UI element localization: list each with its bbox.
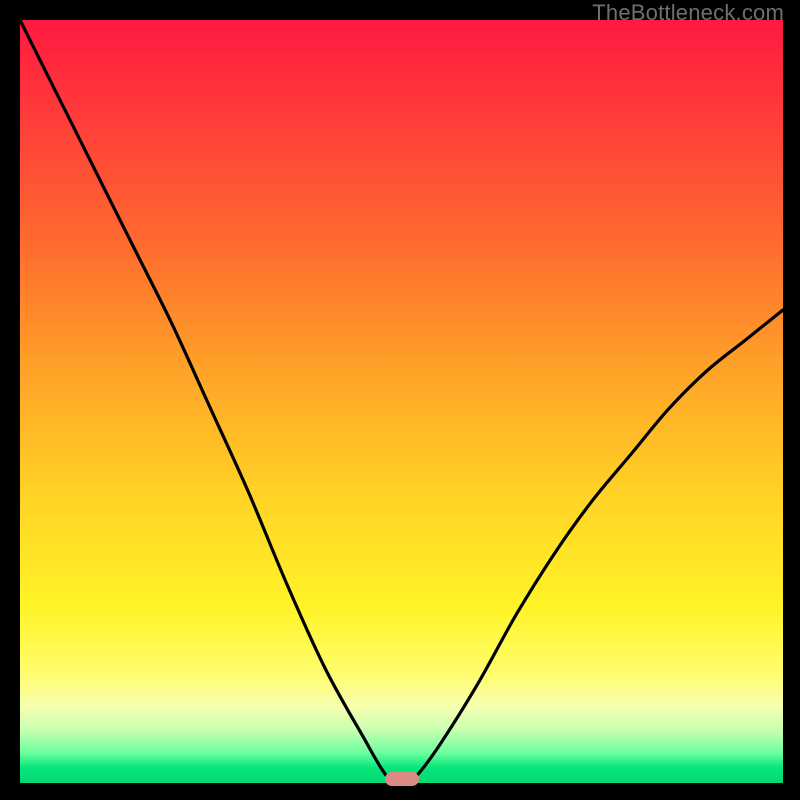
- chart-frame: TheBottleneck.com: [0, 0, 800, 800]
- optimal-marker: [385, 772, 419, 786]
- bottleneck-curve: [20, 20, 783, 783]
- attribution-text: TheBottleneck.com: [592, 0, 784, 26]
- plot-area: [20, 20, 783, 783]
